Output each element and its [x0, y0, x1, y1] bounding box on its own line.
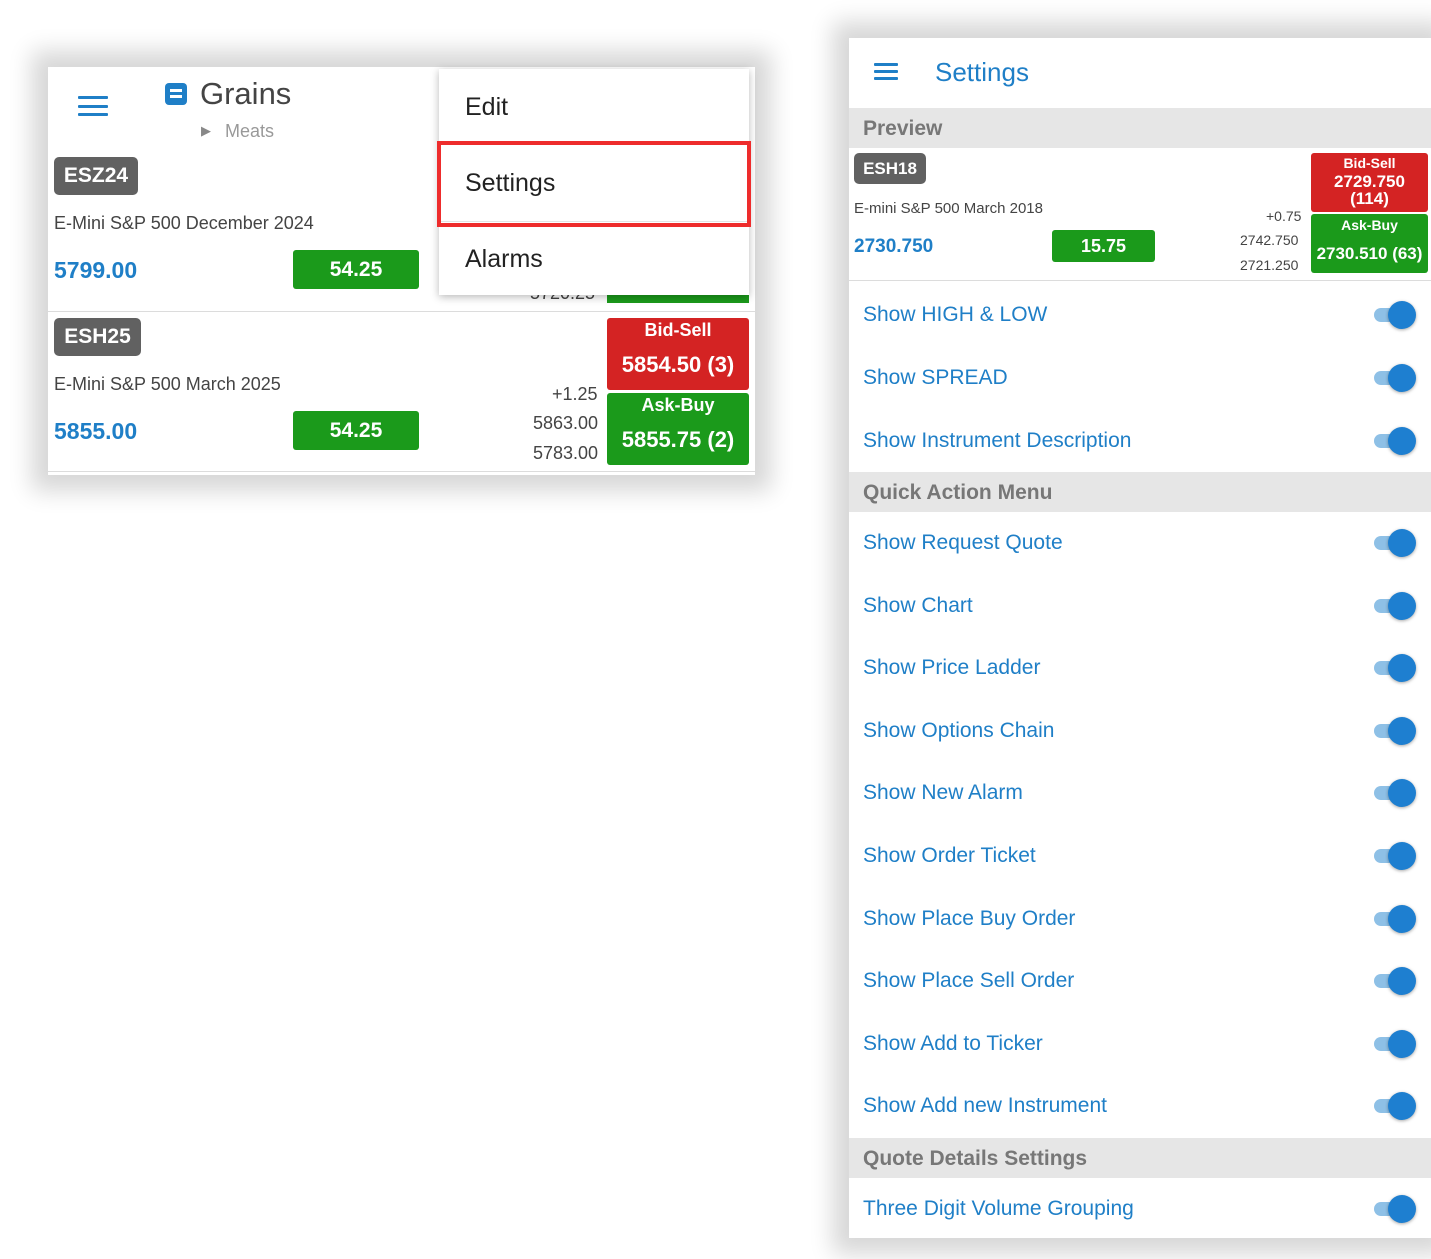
net-change: +1.25: [552, 384, 598, 404]
section-quote-details-settings: Quote Details Settings: [849, 1138, 1431, 1178]
toggle-switch[interactable]: [1374, 364, 1416, 392]
preview-symbol-badge: ESH18: [854, 153, 926, 184]
settings-highlight-box: [437, 141, 751, 227]
setting-show-instrument-description[interactable]: Show Instrument Description: [849, 410, 1431, 472]
menu-item-edit[interactable]: Edit: [439, 93, 749, 123]
ask-label: Ask-Buy: [641, 395, 715, 415]
preview-change-badge: 15.75: [1052, 230, 1155, 262]
watchlist-title[interactable]: Grains: [200, 76, 291, 112]
setting-show-spread[interactable]: Show SPREAD: [849, 347, 1431, 409]
preview-high: 2742.750: [1240, 232, 1299, 248]
toggle-switch[interactable]: [1374, 301, 1416, 329]
setting-label: Show SPREAD: [863, 366, 1008, 389]
setting-show-place-sell-order[interactable]: Show Place Sell Order: [849, 950, 1431, 1012]
hamburger-menu-icon[interactable]: [874, 63, 898, 80]
instrument-description: E-Mini S&P 500 March 2025: [54, 374, 281, 394]
setting-label: Show Add to Ticker: [863, 1032, 1043, 1055]
row-divider: [48, 471, 755, 472]
setting-label: Show Add new Instrument: [863, 1094, 1107, 1117]
preview-net-change: +0.75: [1266, 208, 1302, 224]
row-divider: [48, 311, 755, 312]
toggle-switch[interactable]: [1374, 717, 1416, 745]
toggle-switch[interactable]: [1374, 427, 1416, 455]
setting-show-high-low[interactable]: Show HIGH & LOW: [849, 284, 1431, 346]
toggle-switch[interactable]: [1374, 529, 1416, 557]
setting-label: Show Order Ticket: [863, 844, 1036, 867]
preview-low: 2721.250: [1240, 257, 1299, 273]
toggle-switch[interactable]: [1374, 1195, 1416, 1223]
toggle-switch[interactable]: [1374, 592, 1416, 620]
toggle-switch[interactable]: [1374, 1092, 1416, 1120]
preview-bid-size: (114): [1350, 189, 1389, 208]
preview-ask-box: Ask-Buy 2730.510 (63): [1311, 214, 1428, 273]
last-price[interactable]: 5855.00: [54, 418, 137, 445]
section-quick-action-menu: Quick Action Menu: [849, 472, 1431, 512]
menu-item-alarms[interactable]: Alarms: [439, 245, 749, 275]
bid-price: 5854.50 (3): [621, 352, 735, 377]
low-price: 5783.00: [533, 443, 599, 463]
settings-panel: Settings Preview ESH18 E-mini S&P 500 Ma…: [849, 38, 1431, 1238]
setting-show-new-alarm[interactable]: Show New Alarm: [849, 762, 1431, 824]
toggle-switch[interactable]: [1374, 842, 1416, 870]
setting-label: Show Instrument Description: [863, 429, 1132, 452]
setting-label: Show Options Chain: [863, 719, 1055, 742]
setting-label: Show Place Buy Order: [863, 907, 1076, 930]
instrument-description: E-Mini S&P 500 December 2024: [54, 213, 314, 233]
setting-label: Three Digit Volume Grouping: [863, 1197, 1134, 1220]
symbol-badge[interactable]: ESZ24: [54, 157, 138, 195]
preview-bid-price: 2729.750: [1334, 172, 1405, 191]
change-badge[interactable]: 54.25: [293, 411, 419, 450]
setting-label: Show New Alarm: [863, 781, 1023, 804]
preview-ask-label: Ask-Buy: [1341, 217, 1398, 233]
preview-bid-box: Bid-Sell 2729.750 (114): [1311, 153, 1428, 212]
last-price[interactable]: 5799.00: [54, 257, 137, 284]
toggle-switch[interactable]: [1374, 967, 1416, 995]
setting-show-place-buy-order[interactable]: Show Place Buy Order: [849, 888, 1431, 950]
list-icon: [165, 83, 187, 105]
setting-label: Show Chart: [863, 594, 973, 617]
high-price: 5863.00: [533, 413, 599, 433]
breadcrumb[interactable]: Meats: [225, 121, 274, 142]
bid-sell-button[interactable]: Bid-Sell 5854.50 (3): [607, 318, 749, 390]
setting-show-price-ladder[interactable]: Show Price Ladder: [849, 637, 1431, 699]
toggle-switch[interactable]: [1374, 779, 1416, 807]
bid-label: Bid-Sell: [644, 320, 712, 340]
setting-label: Show Price Ladder: [863, 656, 1041, 679]
preview-last-price: 2730.750: [854, 236, 934, 257]
preview-divider: [849, 280, 1431, 281]
preview-description: E-mini S&P 500 March 2018: [854, 200, 1043, 217]
setting-label: Show HIGH & LOW: [863, 303, 1048, 326]
setting-show-options-chain[interactable]: Show Options Chain: [849, 700, 1431, 762]
setting-three-digit-volume-grouping[interactable]: Three Digit Volume Grouping: [849, 1178, 1431, 1240]
preview-bid-label: Bid-Sell: [1343, 155, 1396, 171]
setting-show-order-ticket[interactable]: Show Order Ticket: [849, 825, 1431, 887]
setting-show-add-new-instrument[interactable]: Show Add new Instrument: [849, 1075, 1431, 1137]
change-badge[interactable]: 54.25: [293, 250, 419, 289]
setting-label: Show Place Sell Order: [863, 969, 1075, 992]
breadcrumb-arrow-icon: ▶: [201, 123, 211, 138]
ask-price: 5855.75 (2): [621, 427, 735, 452]
setting-show-request-quote[interactable]: Show Request Quote: [849, 512, 1431, 574]
setting-show-chart[interactable]: Show Chart: [849, 575, 1431, 637]
page-title: Settings: [935, 57, 1029, 87]
ask-buy-button[interactable]: Ask-Buy 5855.75 (2): [607, 393, 749, 465]
toggle-switch[interactable]: [1374, 654, 1416, 682]
hamburger-menu-icon[interactable]: [78, 96, 108, 116]
setting-label: Show Request Quote: [863, 531, 1063, 554]
setting-show-add-to-ticker[interactable]: Show Add to Ticker: [849, 1013, 1431, 1075]
preview-ask-price: 2730.510 (63): [1316, 244, 1423, 263]
toggle-switch[interactable]: [1374, 905, 1416, 933]
symbol-badge[interactable]: ESH25: [54, 318, 141, 356]
section-preview: Preview: [849, 108, 1431, 148]
toggle-switch[interactable]: [1374, 1030, 1416, 1058]
